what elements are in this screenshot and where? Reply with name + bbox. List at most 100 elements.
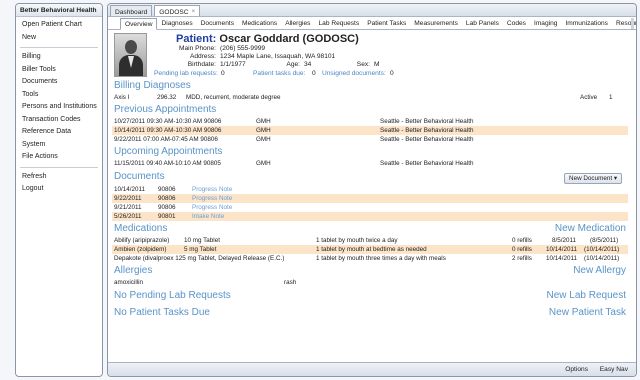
medication-name: Ambien (zolpidem) [114, 246, 167, 253]
medication-end: (8/5/2011) [590, 237, 619, 244]
close-icon[interactable]: × [192, 9, 196, 15]
sidebar-item-documents[interactable]: Documents [16, 76, 102, 89]
patient-tasks-due-count: 0 [312, 70, 316, 77]
tab-overview[interactable]: Overview [120, 18, 158, 30]
appointment-location: Seattle - Better Behavioral Health [380, 118, 474, 125]
patient-tasks-due-link[interactable]: Patient tasks due: [253, 70, 305, 77]
table-row[interactable]: 10/14/2011 90806 Progress Note [112, 185, 628, 194]
medication-start: 10/14/2011 [546, 255, 578, 262]
table-row[interactable]: Abilify (aripiprazole) 10 mg Tablet 1 ta… [112, 236, 628, 245]
medication-sig: 1 tablet by mouth three times a day with… [316, 255, 446, 262]
table-row[interactable]: Axis I 296.32 MDD, recurrent, moderate d… [112, 93, 628, 102]
tab-label: Dashboard [115, 8, 148, 16]
table-row[interactable]: 11/15/2011 09:40 AM-10:10 AM 90805 GMH S… [112, 159, 628, 168]
easy-nav-button[interactable]: Easy Nav [600, 366, 628, 373]
sidebar-item-refresh[interactable]: Refresh [16, 171, 102, 184]
sidebar-item-system[interactable]: System [16, 139, 102, 152]
tab-imaging[interactable]: Imaging [530, 18, 561, 29]
pending-lab-requests-link[interactable]: Pending lab requests: [154, 70, 218, 77]
patient-name: Patient: Oscar Goddard (GODOSC) [176, 33, 359, 45]
allergy-reaction: rash [284, 279, 297, 286]
patient-tasks-title[interactable]: No Patient Tasks Due [114, 307, 210, 318]
medications-title[interactable]: Medications [114, 223, 167, 234]
unsigned-documents-link[interactable]: Unsigned documents: [322, 70, 386, 77]
table-row[interactable]: 10/27/2011 09:30 AM-10:30 AM 90806 GMH S… [112, 117, 628, 126]
document-link[interactable]: Progress Note [192, 185, 232, 194]
sidebar-item-persons-and-institutions[interactable]: Persons and Institutions [16, 101, 102, 114]
tab-lab-requests[interactable]: Lab Requests [314, 18, 363, 29]
sidebar-header: Better Behavioral Health [16, 4, 102, 17]
sidebar-item-open-patient-chart[interactable]: Open Patient Chart [16, 19, 102, 32]
document-link[interactable]: Progress Note [192, 203, 232, 212]
medication-refills: 2 refills [512, 255, 532, 262]
document-link[interactable]: Intake Note [192, 212, 224, 221]
age-label: Age: [286, 61, 300, 68]
table-row[interactable]: Ambien (zolpidem) 5 mg Tablet 1 tablet b… [112, 245, 628, 254]
unsigned-documents-count: 0 [390, 70, 394, 77]
new-allergy-link[interactable]: New Allergy [573, 265, 626, 276]
tab-allergies[interactable]: Allergies [281, 18, 314, 29]
tab-dashboard[interactable]: Dashboard [110, 5, 153, 16]
sidebar-item-new[interactable]: New [16, 32, 102, 45]
new-patient-task-link[interactable]: New Patient Task [549, 307, 626, 318]
medication-sig: 1 tablet by mouth at bedtime as needed [316, 246, 427, 253]
footer-bar: Options Easy Nav [108, 362, 636, 376]
document-code: 90806 [158, 204, 176, 211]
table-row[interactable]: 9/21/2011 90806 Progress Note [112, 203, 628, 212]
tab-medications[interactable]: Medications [238, 18, 281, 29]
sidebar-item-billing[interactable]: Billing [16, 51, 102, 64]
sidebar-item-biller-tools[interactable]: Biller Tools [16, 64, 102, 77]
billing-diagnoses-title[interactable]: Billing Diagnoses [114, 80, 191, 91]
table-row[interactable]: 9/22/2011 90806 Progress Note [112, 194, 628, 203]
document-link[interactable]: Progress Note [192, 194, 232, 203]
documents-title[interactable]: Documents [114, 171, 165, 182]
sidebar-item-logout[interactable]: Logout [16, 183, 102, 196]
tab-immunizations[interactable]: Immunizations [561, 18, 612, 29]
table-row[interactable]: 9/22/2011 07:00 AM-07:45 AM 90806 GMH Se… [112, 135, 628, 144]
previous-appointments-title[interactable]: Previous Appointments [114, 104, 216, 115]
new-lab-request-link[interactable]: New Lab Request [547, 290, 627, 301]
patient-header: Patient: Oscar Goddard (GODOSC) Main Pho… [114, 33, 628, 80]
tab-lab-panels[interactable]: Lab Panels [462, 18, 503, 29]
allergies-title[interactable]: Allergies [114, 265, 152, 276]
medication-dose: 5 mg Tablet [184, 246, 217, 253]
birthdate-value: 1/1/1977 [220, 61, 246, 68]
new-medication-link[interactable]: New Medication [555, 223, 626, 234]
appointment-location: Seattle - Better Behavioral Health [380, 136, 474, 143]
patient-name-label: Patient: [176, 33, 217, 45]
tab-diagnoses[interactable]: Diagnoses [157, 18, 196, 29]
options-button[interactable]: Options [565, 366, 588, 373]
upcoming-appointments-title[interactable]: Upcoming Appointments [114, 146, 222, 157]
diagnosis-count: 1 [609, 94, 613, 101]
patient-photo [114, 33, 147, 77]
tab-codes[interactable]: Codes [503, 18, 530, 29]
medication-start: 8/5/2011 [552, 237, 577, 244]
sidebar-divider [20, 166, 98, 168]
main-phone-value: (206) 555-9999 [220, 45, 266, 52]
tab-label: GODOSC [159, 8, 189, 16]
tab-patient-tasks[interactable]: Patient Tasks [363, 18, 410, 29]
tab-measurements[interactable]: Measurements [410, 18, 462, 29]
address-label: Address: [189, 53, 216, 60]
sidebar-item-reference-data[interactable]: Reference Data [16, 126, 102, 139]
main-phone-label: Main Phone: [178, 45, 216, 52]
tab-documents[interactable]: Documents [197, 18, 238, 29]
table-row[interactable]: Depakote (divalproex 125 mg Tablet, Dela… [112, 254, 628, 263]
sidebar: Better Behavioral Health Open Patient Ch… [15, 3, 103, 377]
document-date: 9/21/2011 [114, 204, 142, 211]
lab-requests-title[interactable]: No Pending Lab Requests [114, 290, 231, 301]
tab-scroll-indicator[interactable] [631, 18, 634, 29]
medication-end: (10/14/2011) [584, 255, 620, 262]
sidebar-item-tools[interactable]: Tools [16, 89, 102, 102]
table-row[interactable]: 10/14/2011 09:30 AM-10:30 AM 90806 GMH S… [112, 126, 628, 135]
tab-patient-godosc[interactable]: GODOSC × [154, 5, 201, 16]
new-document-label: New Document [569, 175, 613, 182]
new-document-button[interactable]: New Document ▾ [564, 173, 622, 184]
table-row[interactable]: 5/26/2011 90801 Intake Note [112, 212, 628, 221]
medication-start: 10/14/2011 [546, 246, 578, 253]
appointment-provider: GMH [256, 160, 271, 167]
medication-dose: 10 mg Tablet [184, 237, 220, 244]
sidebar-item-transaction-codes[interactable]: Transaction Codes [16, 114, 102, 127]
table-row[interactable]: amoxicillin rash [112, 278, 628, 287]
sidebar-item-file-actions[interactable]: File Actions [16, 151, 102, 164]
